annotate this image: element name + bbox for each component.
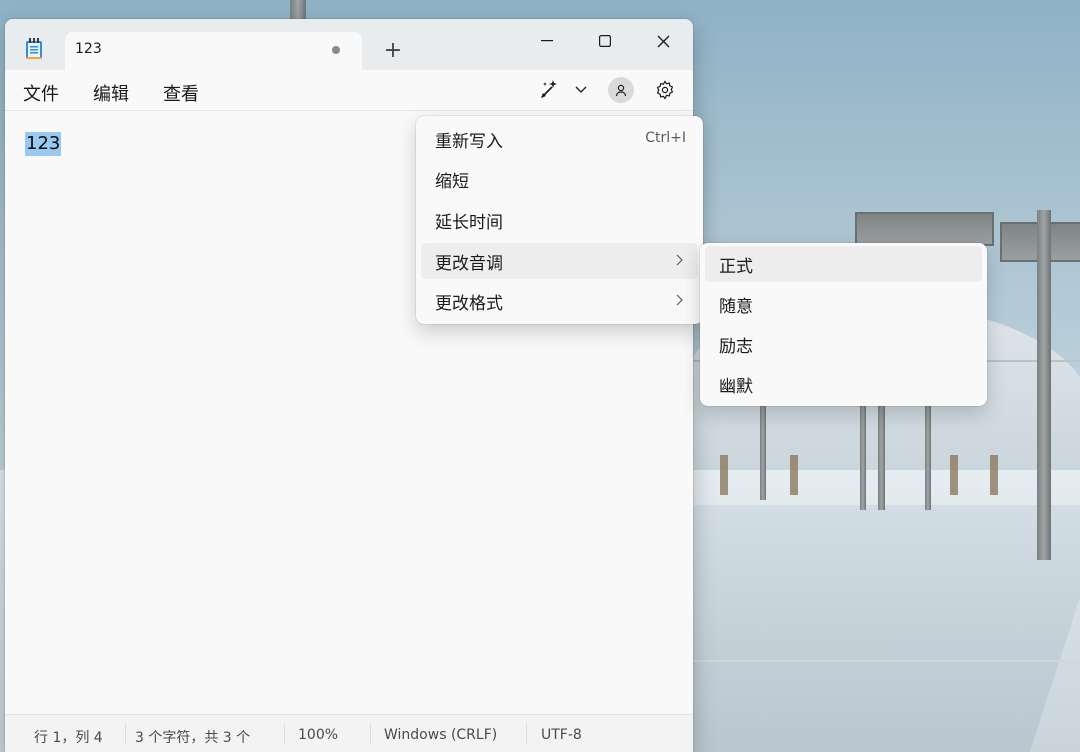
maximize-button[interactable]: [582, 25, 628, 57]
new-tab-button[interactable]: +: [379, 39, 407, 65]
menu-item-change-tone[interactable]: 更改音调: [421, 243, 698, 279]
line-ending[interactable]: Windows (CRLF): [384, 727, 497, 743]
unsaved-dot-icon[interactable]: [332, 46, 340, 54]
copilot-icon: [541, 80, 557, 98]
gear-icon: [656, 80, 674, 100]
chevron-right-icon: [676, 294, 683, 306]
settings-button[interactable]: [653, 78, 677, 102]
maximize-icon: [599, 35, 611, 47]
selected-text[interactable]: 123: [25, 132, 62, 156]
menu-item-tone-humorous[interactable]: 幽默: [705, 366, 982, 402]
rewrite-menu: 重新写入 Ctrl+I 缩短 延长时间 更改音调 更改格式: [416, 116, 703, 324]
menu-view[interactable]: 查看: [163, 80, 199, 106]
tone-submenu: 正式 随意 励志 幽默: [700, 243, 987, 406]
close-icon: [657, 35, 669, 47]
menu-item-tone-casual[interactable]: 随意: [705, 286, 982, 322]
menu-bar: 文件 编辑 查看: [5, 70, 693, 111]
minimize-button[interactable]: [524, 25, 570, 57]
minimize-icon: [541, 40, 553, 42]
menu-item-change-format[interactable]: 更改格式: [421, 283, 698, 319]
document-tab[interactable]: 123: [65, 32, 362, 70]
shortcut-label: Ctrl+I: [645, 130, 686, 146]
status-bar: 行 1，列 4 3 个字符，共 3 个 100% Windows (CRLF) …: [5, 714, 693, 752]
menu-item-tone-formal[interactable]: 正式: [705, 246, 982, 282]
menu-item-shorten[interactable]: 缩短: [421, 161, 698, 197]
chevron-right-icon: [676, 254, 683, 266]
account-icon: [615, 84, 627, 97]
chevron-down-icon: [575, 86, 587, 93]
close-button[interactable]: [640, 25, 686, 57]
tab-title: 123: [75, 41, 102, 57]
menu-edit[interactable]: 编辑: [93, 80, 129, 106]
title-bar: 123 +: [5, 19, 693, 70]
menu-item-tone-inspirational[interactable]: 励志: [705, 326, 982, 362]
menu-file[interactable]: 文件: [23, 80, 59, 106]
zoom-level[interactable]: 100%: [298, 727, 338, 743]
notepad-icon: [25, 38, 43, 60]
copilot-rewrite-button[interactable]: [532, 76, 592, 104]
account-button[interactable]: [608, 77, 634, 103]
menu-item-rewrite[interactable]: 重新写入 Ctrl+I: [421, 121, 698, 157]
cursor-position: 行 1，列 4: [34, 730, 103, 746]
encoding[interactable]: UTF-8: [541, 727, 582, 743]
character-count: 3 个字符，共 3 个: [135, 730, 251, 746]
menu-item-lengthen[interactable]: 延长时间: [421, 202, 698, 238]
